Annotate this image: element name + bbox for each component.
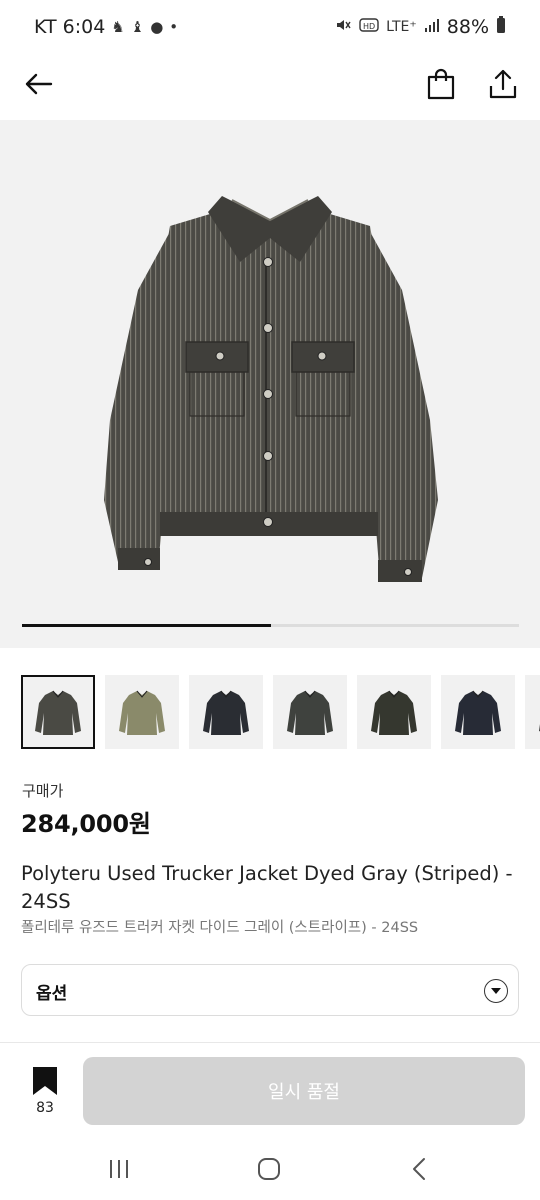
shopping-bag-icon xyxy=(427,68,455,100)
price-label: 구매가 xyxy=(22,782,64,800)
hd-icon: HD xyxy=(359,17,379,37)
thumbnail-black[interactable] xyxy=(189,675,263,749)
jacket-thumbnail-icon xyxy=(119,690,165,735)
bottom-bar-divider xyxy=(0,1042,540,1043)
chevron-left-icon xyxy=(413,1158,425,1180)
jacket-thumbnail-icon xyxy=(287,690,333,735)
arrow-left-icon xyxy=(25,73,53,95)
mute-icon xyxy=(334,16,352,38)
product-title-en: Polyteru Used Trucker Jacket Dyed Gray (… xyxy=(21,862,513,913)
chevron-down-icon xyxy=(484,979,508,1003)
jacket-thumbnail-icon xyxy=(371,690,417,735)
recent-apps-icon xyxy=(110,1160,128,1178)
system-back-button[interactable] xyxy=(404,1154,434,1184)
product-image-carousel[interactable] xyxy=(0,120,540,648)
jacket-thumbnail-icon xyxy=(455,690,501,735)
image-progress-track xyxy=(22,624,519,627)
jacket-thumbnail-icon xyxy=(539,724,540,732)
image-progress-fill xyxy=(22,624,271,627)
network-label: LTE⁺ xyxy=(386,19,417,35)
jacket-thumbnail-icon xyxy=(203,690,249,735)
thumbnail-dyed-gray-striped[interactable] xyxy=(21,675,95,749)
share-icon xyxy=(489,69,517,99)
price: 284,000원 xyxy=(21,810,151,838)
system-nav-bar xyxy=(0,1140,540,1200)
status-right: HD LTE⁺ 88% xyxy=(334,16,506,38)
thumbnail-dark-gray[interactable] xyxy=(273,675,347,749)
chat-icon: ● xyxy=(150,18,164,36)
app-bar xyxy=(0,56,540,120)
status-bar: KT 6:04 ♞ ♝ ● • HD LTE⁺ 88% xyxy=(0,0,540,56)
thumbnail-indigo-black[interactable] xyxy=(441,675,515,749)
sold-out-button[interactable]: 일시 품절 xyxy=(83,1057,525,1125)
jacket-thumbnail-icon xyxy=(35,690,81,735)
bookmark-count: 83 xyxy=(36,1100,54,1116)
home-button[interactable] xyxy=(254,1154,284,1184)
option-select[interactable]: 옵션 xyxy=(21,964,519,1016)
notification-app-icon: ♝ xyxy=(130,18,145,36)
recent-apps-button[interactable] xyxy=(104,1154,134,1184)
svg-text:HD: HD xyxy=(363,22,375,31)
signal-icon xyxy=(424,17,440,37)
bookmark-button[interactable] xyxy=(30,1066,60,1096)
notification-dot-icon: • xyxy=(169,18,179,36)
battery-percent: 88% xyxy=(446,16,489,38)
bookmark-icon xyxy=(33,1067,57,1095)
home-icon xyxy=(258,1158,280,1180)
cart-button[interactable] xyxy=(424,66,458,102)
battery-icon xyxy=(496,16,506,38)
thumbnail-partial[interactable] xyxy=(525,675,540,749)
thumbnail-camo[interactable] xyxy=(105,675,179,749)
share-button[interactable] xyxy=(486,66,520,102)
thumbnail-strip xyxy=(21,675,540,749)
back-button[interactable] xyxy=(20,66,56,102)
carrier-time: KT 6:04 xyxy=(34,16,106,38)
trucker-jacket-image xyxy=(104,196,438,582)
option-label: 옵션 xyxy=(36,984,68,1004)
status-left: KT 6:04 ♞ ♝ ● • xyxy=(34,16,178,38)
thumbnail-charcoal[interactable] xyxy=(357,675,431,749)
product-title-ko: 폴리테루 유즈드 트러커 자켓 다이드 그레이 (스트라이프) - 24SS xyxy=(21,920,419,936)
notification-app-icon: ♞ xyxy=(111,18,125,36)
